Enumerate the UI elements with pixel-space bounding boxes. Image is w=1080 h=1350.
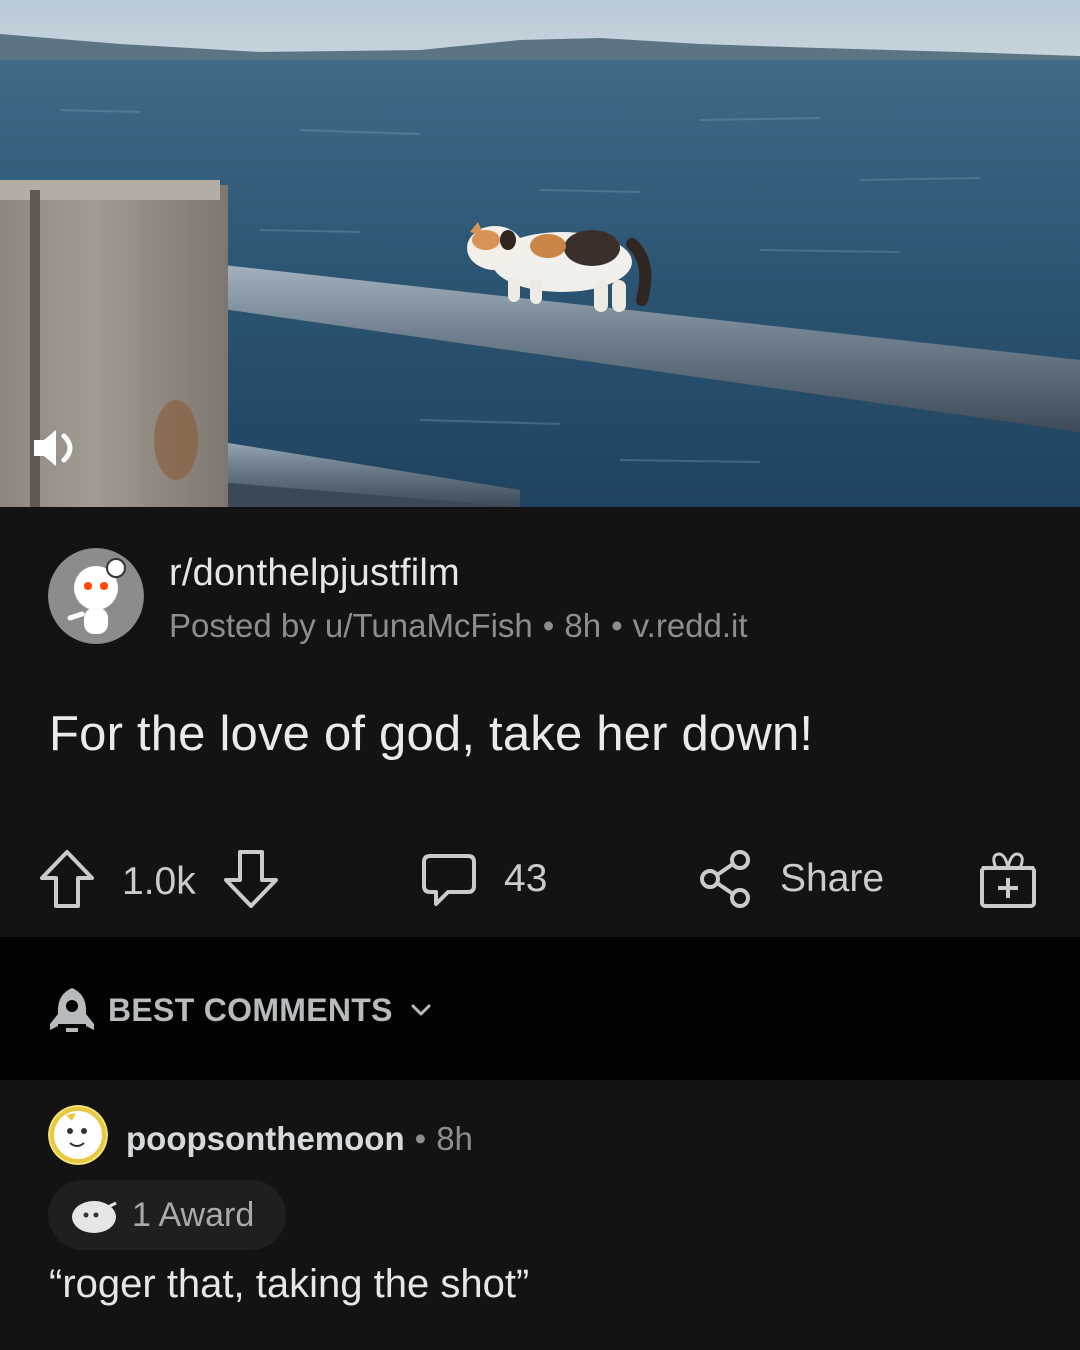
gift-award-icon bbox=[980, 852, 1036, 908]
share-icon bbox=[700, 850, 750, 908]
comment-body: “roger that, taking the shot” bbox=[49, 1262, 530, 1306]
award-button[interactable] bbox=[978, 848, 1038, 910]
comments-button[interactable]: 43 bbox=[420, 848, 547, 910]
post-domain[interactable]: v.redd.it bbox=[633, 607, 748, 644]
upvote-button[interactable] bbox=[38, 848, 96, 915]
commenter-avatar[interactable] bbox=[48, 1105, 108, 1165]
post-age: 8h bbox=[564, 607, 602, 644]
comment-sort-dropdown[interactable]: BEST COMMENTS bbox=[48, 984, 435, 1036]
sort-label: BEST COMMENTS bbox=[108, 991, 393, 1028]
subreddit-avatar[interactable] bbox=[48, 548, 144, 644]
comment-username[interactable]: poopsonthemoon bbox=[126, 1120, 405, 1157]
share-label: Share bbox=[780, 857, 885, 900]
post-meta: Posted by u/TunaMcFish • 8h • v.redd.it bbox=[169, 607, 748, 644]
post-action-bar: 1.0k 43 Share bbox=[0, 840, 1080, 920]
chevron-down-icon bbox=[411, 1004, 431, 1016]
vote-group: 1.0k bbox=[38, 848, 280, 915]
award-count: 1 Award bbox=[132, 1195, 255, 1234]
award-seal-icon bbox=[72, 1201, 117, 1233]
share-button[interactable]: Share bbox=[698, 848, 884, 910]
post-author[interactable]: Posted by u/TunaMcFish bbox=[169, 607, 533, 644]
volume-icon bbox=[34, 430, 73, 466]
comment-bubble-icon bbox=[422, 854, 476, 906]
subreddit-name[interactable]: r/donthelpjustfilm bbox=[169, 552, 460, 595]
award-badge[interactable]: 1 Award bbox=[48, 1180, 286, 1250]
comment-count: 43 bbox=[504, 857, 548, 900]
comment-header: poopsonthemoon • 8h bbox=[126, 1120, 473, 1157]
downvote-arrow-icon bbox=[223, 850, 278, 908]
downvote-button[interactable] bbox=[222, 848, 280, 915]
vote-count: 1.0k bbox=[122, 859, 196, 903]
rocket-icon bbox=[50, 988, 94, 1032]
post-title[interactable]: For the love of god, take her down! bbox=[49, 706, 813, 762]
comment-age: 8h bbox=[436, 1120, 473, 1157]
upvote-arrow-icon bbox=[40, 850, 94, 908]
video-frame bbox=[0, 0, 1080, 507]
mute-button[interactable] bbox=[28, 418, 88, 478]
post-video[interactable] bbox=[0, 0, 1080, 507]
